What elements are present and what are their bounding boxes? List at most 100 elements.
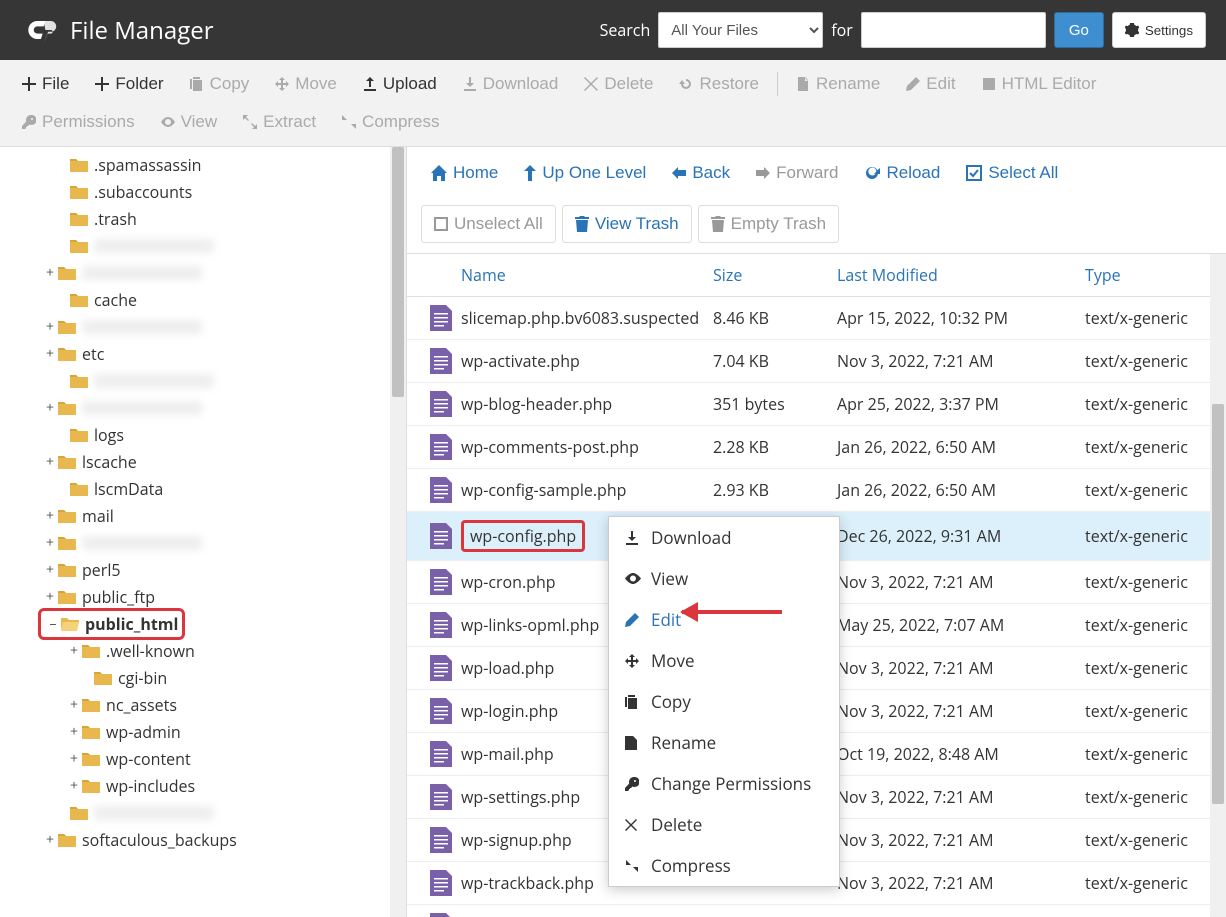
- tree-item[interactable]: + etc: [0, 340, 390, 367]
- col-size[interactable]: Size: [713, 264, 837, 286]
- copy-button[interactable]: Copy: [178, 66, 262, 102]
- tree-item[interactable]: + wp-content: [0, 745, 390, 772]
- expander-icon[interactable]: +: [42, 452, 58, 471]
- compress-button[interactable]: Compress: [330, 104, 451, 140]
- tree-item[interactable]: +lscache: [0, 448, 390, 475]
- file-name[interactable]: wp-blog-header.php: [461, 393, 713, 415]
- tree-label[interactable]: public_ftp: [82, 586, 155, 608]
- extract-button[interactable]: Extract: [231, 104, 328, 140]
- ctx-move[interactable]: Move: [609, 640, 839, 681]
- tree-item[interactable]: cache: [0, 286, 390, 313]
- tree-label[interactable]: .spamassassin: [94, 154, 201, 176]
- tree-label[interactable]: wp-admin: [106, 721, 181, 743]
- tree-label[interactable]: perl5: [82, 559, 121, 581]
- tree-label[interactable]: wp-content: [106, 748, 191, 770]
- reload-button[interactable]: Reload: [854, 157, 950, 189]
- tree-item[interactable]: + softaculous_backups: [0, 826, 390, 853]
- tree-item[interactable]: .spamassassin: [0, 151, 390, 178]
- tree-item[interactable]: [0, 232, 390, 259]
- tree-item[interactable]: lscmData: [0, 475, 390, 502]
- expander-icon[interactable]: +: [66, 776, 82, 795]
- table-row[interactable]: xmlrpc.php3.16 KBJun 9, 2020, 10:55 AMte…: [407, 905, 1210, 917]
- ctx-download[interactable]: Download: [609, 517, 839, 558]
- ctx-edit[interactable]: Edit: [609, 599, 839, 640]
- tree-item[interactable]: +: [0, 259, 390, 286]
- edit-button[interactable]: Edit: [894, 66, 967, 102]
- permissions-button[interactable]: Permissions: [10, 104, 147, 140]
- restore-button[interactable]: Restore: [667, 66, 771, 102]
- tree-label[interactable]: nc_assets: [106, 694, 177, 716]
- expander-icon[interactable]: +: [42, 344, 58, 363]
- expander-icon[interactable]: +: [66, 722, 82, 741]
- select-all-button[interactable]: Select All: [956, 157, 1068, 189]
- tree-item[interactable]: + wp-admin: [0, 718, 390, 745]
- table-row[interactable]: wp-blog-header.php351 bytesApr 25, 2022,…: [407, 383, 1210, 426]
- tree-item[interactable]: +mail: [0, 502, 390, 529]
- table-header[interactable]: Name Size Last Modified Type: [407, 254, 1210, 297]
- tree-item[interactable]: .subaccounts: [0, 178, 390, 205]
- settings-button[interactable]: Settings: [1112, 12, 1206, 48]
- tree-label[interactable]: lscmData: [94, 478, 163, 500]
- file-name[interactable]: wp-activate.php: [461, 350, 713, 372]
- upload-button[interactable]: Upload: [351, 66, 449, 102]
- tree-item[interactable]: logs: [0, 421, 390, 448]
- ctx-view[interactable]: View: [609, 558, 839, 599]
- tree-item[interactable]: cgi-bin: [0, 664, 390, 691]
- download-button[interactable]: Download: [451, 66, 571, 102]
- go-button[interactable]: Go: [1054, 12, 1104, 48]
- tree-label[interactable]: .trash: [94, 208, 137, 230]
- search-scope-select[interactable]: All Your Files: [658, 12, 823, 48]
- ctx-delete[interactable]: Delete: [609, 804, 839, 845]
- table-row[interactable]: wp-config-sample.php2.93 KBJan 26, 2022,…: [407, 469, 1210, 512]
- home-button[interactable]: Home: [421, 157, 508, 189]
- tree-label[interactable]: .well-known: [106, 640, 195, 662]
- empty-trash-button[interactable]: Empty Trash: [698, 205, 839, 243]
- tree-label[interactable]: cache: [94, 289, 137, 311]
- expander-icon[interactable]: +: [66, 749, 82, 768]
- expander-icon[interactable]: +: [42, 587, 58, 606]
- tree-label[interactable]: softaculous_backups: [82, 829, 237, 851]
- folder-tree[interactable]: .spamassassin.subaccounts .trash + cache + + e…: [0, 147, 390, 917]
- tree-label[interactable]: cgi-bin: [118, 667, 167, 689]
- table-row[interactable]: slicemap.php.bv6083.suspected8.46 KBApr …: [407, 297, 1210, 340]
- expander-icon[interactable]: +: [42, 506, 58, 525]
- tree-label[interactable]: wp-includes: [106, 775, 195, 797]
- ctx-compress[interactable]: Compress: [609, 845, 839, 886]
- tree-item[interactable]: [0, 367, 390, 394]
- tree-item[interactable]: – public_html: [0, 610, 390, 637]
- ctx-rename[interactable]: Rename: [609, 722, 839, 763]
- new-folder-button[interactable]: Folder: [83, 66, 175, 102]
- expander-icon[interactable]: +: [42, 533, 58, 552]
- col-name[interactable]: Name: [461, 264, 713, 286]
- unselect-all-button[interactable]: Unselect All: [421, 205, 556, 243]
- expander-icon[interactable]: +: [42, 317, 58, 336]
- table-row[interactable]: wp-activate.php7.04 KBNov 3, 2022, 7:21 …: [407, 340, 1210, 383]
- sidebar-scrollbar[interactable]: [390, 147, 406, 917]
- expander-icon[interactable]: +: [42, 263, 58, 282]
- search-input[interactable]: [861, 12, 1046, 48]
- tree-item[interactable]: [0, 799, 390, 826]
- table-row[interactable]: wp-comments-post.php2.28 KBJan 26, 2022,…: [407, 426, 1210, 469]
- file-name[interactable]: wp-comments-post.php: [461, 436, 713, 458]
- up-one-level-button[interactable]: Up One Level: [514, 157, 656, 189]
- expander-icon[interactable]: +: [66, 641, 82, 660]
- tree-item[interactable]: +perl5: [0, 556, 390, 583]
- tree-item[interactable]: +: [0, 529, 390, 556]
- tree-item[interactable]: + wp-includes: [0, 772, 390, 799]
- expander-icon[interactable]: +: [42, 830, 58, 849]
- file-name[interactable]: slicemap.php.bv6083.suspected: [461, 307, 713, 329]
- forward-button[interactable]: Forward: [746, 157, 848, 189]
- tree-label[interactable]: etc: [82, 343, 104, 365]
- new-file-button[interactable]: File: [10, 66, 81, 102]
- delete-button[interactable]: Delete: [572, 66, 665, 102]
- tree-item[interactable]: + .well-known: [0, 637, 390, 664]
- file-name[interactable]: wp-config-sample.php: [461, 479, 713, 501]
- tree-item[interactable]: +nc_assets: [0, 691, 390, 718]
- tree-item[interactable]: + public_ftp: [0, 583, 390, 610]
- html-editor-button[interactable]: HTML Editor: [970, 66, 1109, 102]
- move-button[interactable]: Move: [263, 66, 349, 102]
- col-modified[interactable]: Last Modified: [837, 264, 1085, 286]
- expander-icon[interactable]: –: [45, 614, 61, 633]
- rename-button[interactable]: Rename: [784, 66, 892, 102]
- tree-label[interactable]: public_html: [85, 613, 178, 635]
